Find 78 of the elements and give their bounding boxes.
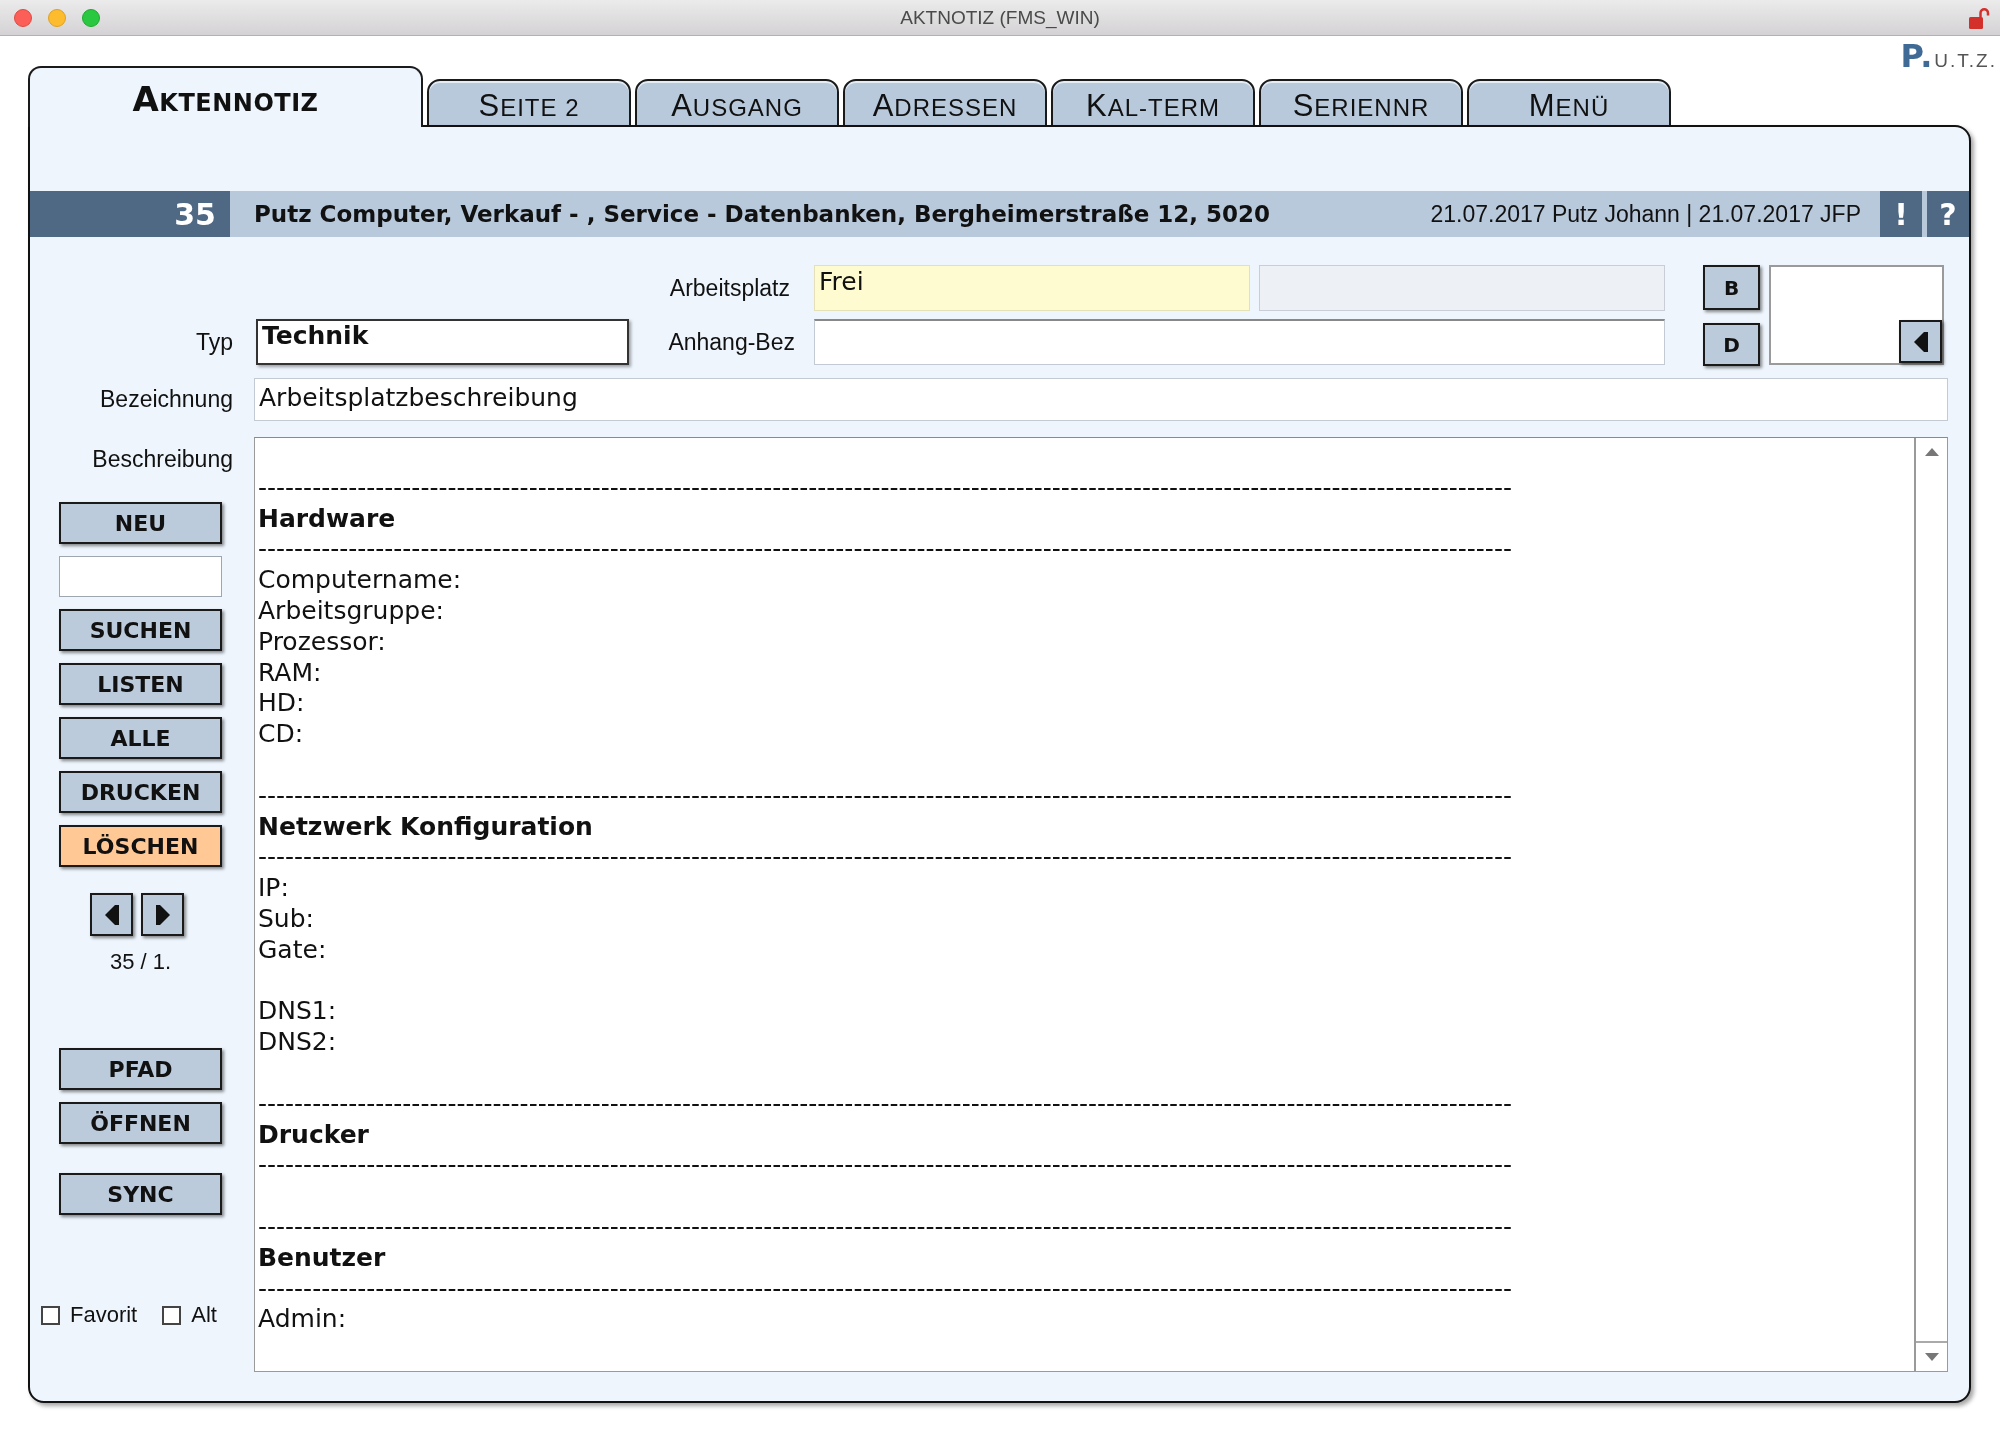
- close-icon[interactable]: [14, 8, 32, 27]
- help-button[interactable]: ?: [1927, 191, 1969, 237]
- action-button[interactable]: ALLE: [59, 717, 222, 759]
- lock-icon[interactable]: [1969, 6, 1990, 29]
- checkbox-label: Favorit: [70, 1302, 138, 1328]
- field-label-text: IP:: [258, 873, 289, 904]
- input-field[interactable]: [814, 319, 1665, 365]
- up-triangle-icon: [1924, 448, 1939, 456]
- arrow-button[interactable]: [1899, 320, 1942, 363]
- left-triangle-icon: [1913, 331, 1928, 352]
- record-number: 35: [30, 191, 230, 237]
- section-heading: Hardware: [258, 503, 396, 535]
- info-button[interactable]: !: [1880, 191, 1922, 237]
- input-field[interactable]: [59, 556, 222, 597]
- modified-info: 21.07.2017 Putz Johann | 21.07.2017 JFP: [1430, 200, 1861, 228]
- checkbox[interactable]: [41, 1305, 60, 1325]
- record-counter: 35 / 1.: [108, 950, 173, 974]
- text-field[interactable]: Technik: [256, 319, 629, 365]
- dash-line: -------------------------------------------------------------------------------------------------------------------------------------------: [258, 1273, 1512, 1305]
- tab[interactable]: AKTENNOTIZ: [28, 66, 423, 127]
- tab[interactable]: MENÜ: [1467, 79, 1671, 127]
- dash-line: -------------------------------------------------------------------------------------------------------------------------------------------: [258, 534, 1512, 566]
- action-button[interactable]: PFAD: [59, 1048, 222, 1090]
- field-label-text: Sub:: [258, 903, 314, 935]
- field-label: Typ: [195, 328, 234, 356]
- scrollbar[interactable]: [1914, 438, 1947, 1371]
- action-button[interactable]: SYNC: [59, 1173, 222, 1215]
- section-heading: Benutzer: [258, 1242, 386, 1274]
- description-field[interactable]: [254, 437, 1948, 1372]
- input-field[interactable]: [1259, 265, 1665, 311]
- action-button[interactable]: SUCHEN: [59, 609, 222, 651]
- field-label-text: Computername:: [258, 565, 462, 596]
- tab[interactable]: SEITE 2: [427, 79, 631, 127]
- dash-line: -------------------------------------------------------------------------------------------------------------------------------------------: [258, 472, 1512, 504]
- field-label-text: Admin:: [258, 1304, 347, 1336]
- field-label-text: Arbeitsgruppe:: [258, 596, 444, 627]
- section-heading: Netzwerk Konfiguration: [258, 811, 593, 843]
- field-label-text: CD:: [258, 719, 304, 750]
- logo: P.U.T.Z.: [1900, 37, 1997, 75]
- action-button[interactable]: LISTEN: [59, 663, 222, 705]
- address-text: Putz Computer, Verkauf - , Service - Datenbanken, Bergheimerstraße 12, 5020: [254, 201, 1271, 227]
- action-button[interactable]: NEU: [59, 502, 222, 544]
- delete-button[interactable]: LÖSCHEN: [59, 825, 222, 867]
- tab[interactable]: AUSGANG: [635, 79, 839, 127]
- field-label: Beschreibung: [91, 446, 234, 472]
- field-label-text: Gate:: [258, 934, 327, 966]
- maximize-icon[interactable]: [82, 8, 100, 27]
- field-label-text: RAM:: [258, 657, 322, 689]
- previous-button[interactable]: [90, 893, 133, 936]
- field-label: Bezeichnung: [99, 386, 234, 413]
- window-title: AKTNOTIZ (FMS_WIN): [900, 6, 1100, 29]
- tab[interactable]: ADRESSEN: [843, 79, 1047, 127]
- tab[interactable]: KAL-TERM: [1051, 79, 1255, 127]
- action-button[interactable]: ÖFFNEN: [59, 1102, 222, 1144]
- field-label-text: DNS1:: [258, 996, 337, 1028]
- section-heading: Drucker: [258, 1119, 369, 1151]
- next-button[interactable]: [141, 893, 184, 936]
- dash-line: -------------------------------------------------------------------------------------------------------------------------------------------: [258, 1150, 1512, 1182]
- field-label-text: Prozessor:: [258, 626, 386, 658]
- dash-line: -------------------------------------------------------------------------------------------------------------------------------------------: [258, 1211, 1512, 1243]
- down-triangle-icon: [1924, 1353, 1939, 1361]
- checkbox-label: Alt: [191, 1302, 217, 1328]
- tab[interactable]: SERIENNR: [1259, 79, 1463, 127]
- dash-line: -------------------------------------------------------------------------------------------------------------------------------------------: [258, 780, 1512, 812]
- dash-line: -------------------------------------------------------------------------------------------------------------------------------------------: [258, 842, 1512, 874]
- text-field[interactable]: Arbeitsplatzbeschreibung: [254, 378, 1948, 421]
- field-label-text: DNS2:: [258, 1027, 337, 1058]
- action-button[interactable]: DRUCKEN: [59, 771, 222, 813]
- left-triangle-icon: [104, 904, 119, 925]
- field-label: Anhang-Bez: [668, 328, 796, 356]
- text-field[interactable]: Frei: [814, 265, 1250, 311]
- field-label: Arbeitsplatz: [669, 274, 791, 302]
- checkbox[interactable]: [162, 1305, 182, 1325]
- small-button[interactable]: B: [1703, 265, 1760, 310]
- right-triangle-icon: [155, 904, 170, 925]
- field-label-text: HD:: [258, 688, 305, 720]
- dash-line: -------------------------------------------------------------------------------------------------------------------------------------------: [258, 1088, 1512, 1120]
- small-button[interactable]: D: [1703, 323, 1760, 366]
